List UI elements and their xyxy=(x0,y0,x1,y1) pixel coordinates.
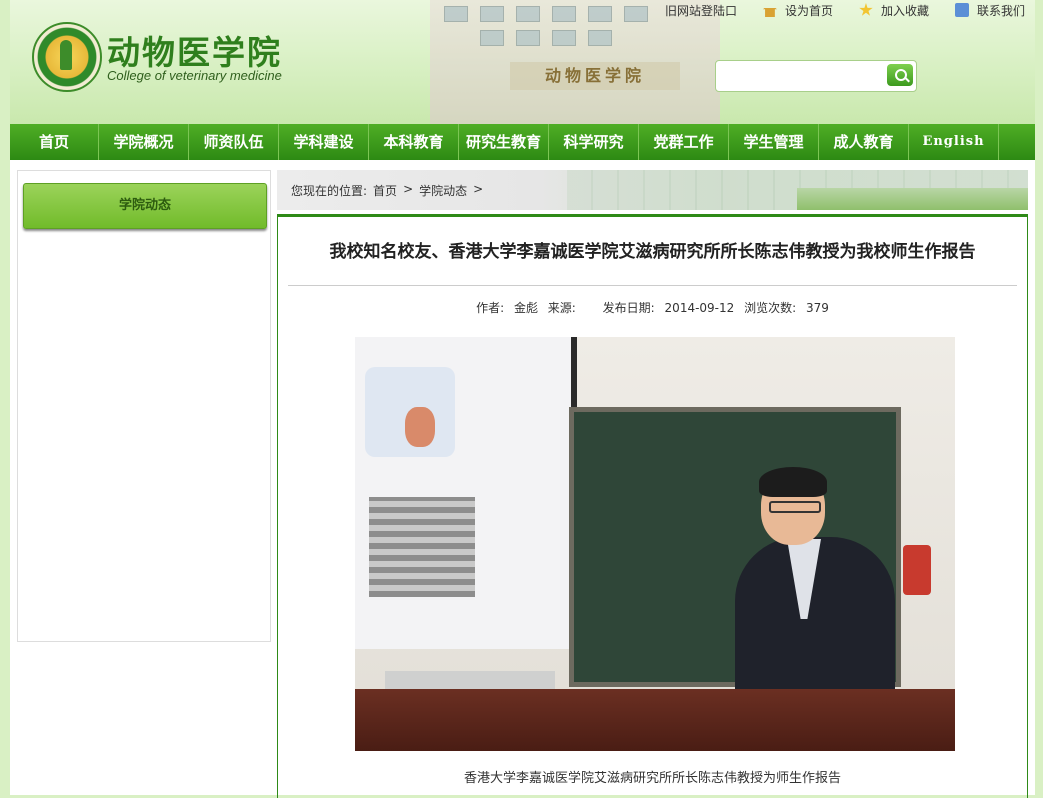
home-icon xyxy=(762,3,777,17)
article-photo xyxy=(355,337,955,751)
photo-caption: 香港大学李嘉诚医学院艾滋病研究所所长陈志伟教授为师生作报告 xyxy=(463,771,841,786)
nav-college-overview[interactable]: 学院概况 xyxy=(99,124,189,160)
nav-discipline[interactable]: 学科建设 xyxy=(279,124,369,160)
nav-undergraduate[interactable]: 本科教育 xyxy=(369,124,459,160)
source-label: 来源: xyxy=(547,301,576,315)
sidebar: 学院动态 xyxy=(17,170,271,642)
main-nav: 首页 学院概况 师资队伍 学科建设 本科教育 研究生教育 科学研究 党群工作 学… xyxy=(10,124,1035,160)
breadcrumb-banner-lawn xyxy=(797,188,1028,210)
photo-wall-phone xyxy=(903,545,931,595)
building-window xyxy=(516,30,540,46)
page: 动物医学院 动物医学院 College of veterinary medici… xyxy=(10,0,1035,798)
search-box xyxy=(715,60,917,92)
building-window xyxy=(480,6,504,22)
search-button[interactable] xyxy=(887,64,913,86)
building-window xyxy=(588,6,612,22)
views-label: 浏览次数: xyxy=(744,301,797,315)
photo-slide-image xyxy=(369,497,475,597)
nav-adult-education[interactable]: 成人教育 xyxy=(819,124,909,160)
old-site-login-link[interactable]: 旧网站登陆口 xyxy=(665,0,737,20)
article-meta: 作者: 金彪 来源: 发布日期: 2014-09-12 浏览次数: 379 xyxy=(278,299,1027,316)
views-value: 379 xyxy=(806,301,829,315)
nav-student-affairs[interactable]: 学生管理 xyxy=(729,124,819,160)
wheat-icon xyxy=(60,40,72,70)
nav-research[interactable]: 科学研究 xyxy=(549,124,639,160)
photo-speaker-hair xyxy=(759,467,827,497)
mail-icon xyxy=(954,3,969,17)
article-panel: 我校知名校友、香港大学李嘉诚医学院艾滋病研究所所长陈志伟教授为我校师生作报告 作… xyxy=(277,214,1028,798)
photo-slide-figure xyxy=(405,407,435,447)
date-label: 发布日期: xyxy=(602,301,655,315)
breadcrumb-separator-icon: > xyxy=(473,182,484,196)
set-homepage-label: 设为首页 xyxy=(784,3,833,18)
building-window xyxy=(516,6,540,22)
site-title[interactable]: 动物医学院 xyxy=(107,26,282,74)
header: 动物医学院 动物医学院 College of veterinary medici… xyxy=(10,0,1035,124)
top-links: 旧网站登陆口 设为首页 加入收藏 联系我们 xyxy=(639,0,1025,20)
nav-graduate[interactable]: 研究生教育 xyxy=(459,124,549,160)
breadcrumb-separator-icon: > xyxy=(403,182,414,196)
breadcrumb-prefix: 您现在的位置: xyxy=(291,184,368,198)
photo-speaker-glasses xyxy=(769,501,821,513)
breadcrumb-college-news[interactable]: 学院动态 xyxy=(419,182,467,199)
nav-english[interactable]: English xyxy=(909,124,999,160)
author-value: 金彪 xyxy=(513,301,538,315)
building-sign: 动物医学院 xyxy=(510,62,680,90)
add-favorite-label: 加入收藏 xyxy=(880,3,929,18)
add-favorite-link[interactable]: 加入收藏 xyxy=(859,0,929,20)
building-window xyxy=(480,30,504,46)
building-window xyxy=(552,6,576,22)
date-value: 2014-09-12 xyxy=(664,301,735,315)
main-content: 您现在的位置: 首页 > 学院动态 > 我校知名校友、香港大学李嘉诚医学院艾滋病… xyxy=(277,170,1028,798)
nav-home[interactable]: 首页 xyxy=(10,124,99,160)
building-window xyxy=(444,6,468,22)
contact-us-link[interactable]: 联系我们 xyxy=(954,0,1025,20)
photo-projection-screen xyxy=(355,337,577,649)
search-icon xyxy=(895,69,907,81)
contact-us-label: 联系我们 xyxy=(976,3,1025,18)
breadcrumb-home[interactable]: 首页 xyxy=(373,182,397,199)
photo-desk xyxy=(355,689,955,751)
building-window xyxy=(552,30,576,46)
breadcrumb-bar: 您现在的位置: 首页 > 学院动态 > xyxy=(277,170,1028,210)
sidebar-item-college-news[interactable]: 学院动态 xyxy=(23,183,267,229)
article-title: 我校知名校友、香港大学李嘉诚医学院艾滋病研究所所长陈志伟教授为我校师生作报告 xyxy=(329,242,976,262)
building-window xyxy=(588,30,612,46)
college-logo[interactable] xyxy=(32,22,102,92)
old-site-login-label: 旧网站登陆口 xyxy=(664,3,737,18)
site-subtitle: College of veterinary medicine xyxy=(107,68,282,83)
set-homepage-link[interactable]: 设为首页 xyxy=(762,0,833,20)
star-icon xyxy=(859,3,873,16)
nav-party[interactable]: 党群工作 xyxy=(639,124,729,160)
search-input[interactable] xyxy=(720,64,884,88)
breadcrumb: 您现在的位置: 首页 > 学院动态 > xyxy=(291,182,483,199)
title-divider xyxy=(288,285,1017,286)
author-label: 作者: xyxy=(476,301,505,315)
nav-faculty[interactable]: 师资队伍 xyxy=(189,124,279,160)
